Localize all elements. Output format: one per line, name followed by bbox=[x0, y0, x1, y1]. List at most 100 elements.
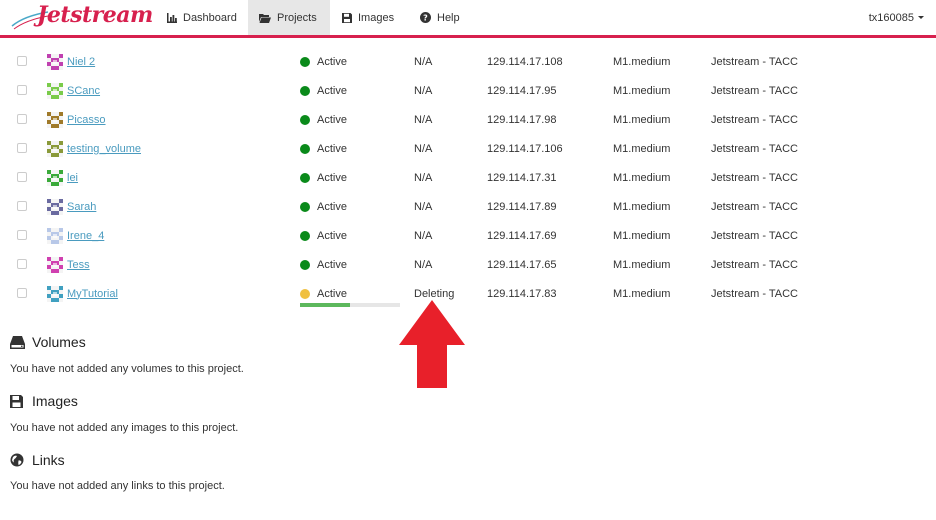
instance-status-cell: Active bbox=[300, 105, 347, 134]
row-checkbox[interactable] bbox=[17, 56, 27, 66]
images-section: Images You have not added any images to … bbox=[10, 393, 238, 434]
instance-name-cell: Picasso bbox=[47, 105, 106, 134]
status-dot-icon bbox=[300, 259, 310, 270]
instance-status: Active bbox=[317, 142, 347, 155]
volumes-heading: Volumes bbox=[10, 334, 86, 350]
instance-status: Active bbox=[317, 84, 347, 97]
status-dot-icon bbox=[300, 172, 310, 183]
nav-projects-label: Projects bbox=[277, 11, 317, 24]
nav-images[interactable]: Images bbox=[331, 0, 407, 35]
instance-activity: N/A bbox=[414, 84, 433, 97]
instance-name-cell: MyTutorial bbox=[47, 279, 118, 308]
instance-name-link[interactable]: Picasso bbox=[67, 114, 106, 126]
instance-name-link[interactable]: MyTutorial bbox=[67, 288, 118, 300]
jetstream-logo[interactable]: Jetstream bbox=[10, 2, 153, 36]
instance-avatar-icon bbox=[47, 285, 63, 302]
instance-name-link[interactable]: Irene_4 bbox=[67, 230, 104, 242]
instance-name-cell: SCanc bbox=[47, 76, 100, 105]
instance-name-link[interactable]: Niel 2 bbox=[67, 56, 95, 68]
nav-dashboard[interactable]: Dashboard bbox=[157, 0, 247, 35]
user-menu[interactable]: tx160085 bbox=[869, 0, 924, 35]
instance-ip: 129.114.17.106 bbox=[487, 142, 563, 155]
instance-size: M1.medium bbox=[613, 142, 671, 155]
table-row: Picasso Active N/A 129.114.17.98 M1.medi… bbox=[0, 105, 936, 134]
instance-ip: 129.114.17.31 bbox=[487, 171, 557, 184]
floppy-disk-icon bbox=[10, 394, 26, 408]
instance-avatar-icon bbox=[47, 169, 63, 186]
table-row: lei Active N/A 129.114.17.31 M1.medium J… bbox=[0, 163, 936, 192]
instance-name-link[interactable]: SCanc bbox=[67, 85, 100, 97]
instance-ip: 129.114.17.83 bbox=[487, 287, 557, 300]
instance-activity: N/A bbox=[414, 113, 433, 126]
instance-size: M1.medium bbox=[613, 229, 671, 242]
instance-provider: Jetstream - TACC bbox=[711, 229, 798, 242]
instance-ip: 129.114.17.95 bbox=[487, 84, 557, 97]
instance-status: Active bbox=[317, 55, 347, 68]
instance-status-cell: Active bbox=[300, 163, 347, 192]
status-dot-icon bbox=[300, 85, 310, 96]
instance-status-cell: Active bbox=[300, 221, 347, 250]
links-empty-text: You have not added any links to this pro… bbox=[10, 480, 225, 492]
links-title: Links bbox=[32, 452, 65, 468]
instance-avatar-icon bbox=[47, 198, 63, 215]
row-checkbox[interactable] bbox=[17, 201, 27, 211]
status-dot-icon bbox=[300, 230, 310, 241]
instance-status: Active bbox=[317, 287, 347, 300]
annotation-up-arrow bbox=[399, 300, 465, 388]
instance-provider: Jetstream - TACC bbox=[711, 287, 798, 300]
nav-help[interactable]: ? Help bbox=[408, 0, 468, 35]
instance-activity: N/A bbox=[414, 55, 433, 68]
row-checkbox[interactable] bbox=[17, 259, 27, 269]
instance-avatar-icon bbox=[47, 227, 63, 244]
instance-avatar-icon bbox=[47, 140, 63, 157]
instance-size: M1.medium bbox=[613, 55, 671, 68]
instance-size: M1.medium bbox=[613, 287, 671, 300]
instance-name-cell: lei bbox=[47, 163, 78, 192]
images-title: Images bbox=[32, 393, 78, 409]
row-checkbox[interactable] bbox=[17, 288, 27, 298]
instance-name-link[interactable]: lei bbox=[67, 172, 78, 184]
table-row: SCanc Active N/A 129.114.17.95 M1.medium… bbox=[0, 76, 936, 105]
table-row: MyTutorial Active Deleting 129.114.17.83… bbox=[0, 279, 936, 308]
status-dot-icon bbox=[300, 56, 310, 67]
instance-status-cell: Active bbox=[300, 47, 347, 76]
instance-ip: 129.114.17.108 bbox=[487, 55, 563, 68]
instance-activity: N/A bbox=[414, 258, 433, 271]
table-row: Tess Active N/A 129.114.17.65 M1.medium … bbox=[0, 250, 936, 279]
instance-activity: N/A bbox=[414, 229, 433, 242]
nav-dashboard-label: Dashboard bbox=[183, 11, 237, 24]
instance-name-link[interactable]: Tess bbox=[67, 259, 90, 271]
instance-avatar-icon bbox=[47, 111, 63, 128]
instance-provider: Jetstream - TACC bbox=[711, 55, 798, 68]
globe-icon bbox=[10, 453, 26, 467]
row-checkbox[interactable] bbox=[17, 230, 27, 240]
instance-size: M1.medium bbox=[613, 84, 671, 97]
instance-ip: 129.114.17.98 bbox=[487, 113, 557, 126]
table-row: testing_volume Active N/A 129.114.17.106… bbox=[0, 134, 936, 163]
instance-status: Active bbox=[317, 229, 347, 242]
nav-help-label: Help bbox=[437, 11, 460, 24]
images-heading: Images bbox=[10, 393, 78, 409]
nav-projects[interactable]: Projects bbox=[248, 0, 330, 35]
instance-name-link[interactable]: testing_volume bbox=[67, 143, 141, 155]
question-circle-icon: ? bbox=[420, 12, 431, 23]
instance-name-cell: Niel 2 bbox=[47, 47, 95, 76]
instance-provider: Jetstream - TACC bbox=[711, 142, 798, 155]
instance-avatar-icon bbox=[47, 82, 63, 99]
instance-provider: Jetstream - TACC bbox=[711, 113, 798, 126]
instance-size: M1.medium bbox=[613, 171, 671, 184]
row-checkbox[interactable] bbox=[17, 172, 27, 182]
instance-status-cell: Active bbox=[300, 250, 347, 279]
row-checkbox[interactable] bbox=[17, 143, 27, 153]
row-checkbox[interactable] bbox=[17, 85, 27, 95]
row-checkbox[interactable] bbox=[17, 114, 27, 124]
instance-name-cell: Irene_4 bbox=[47, 221, 104, 250]
instance-status: Active bbox=[317, 200, 347, 213]
top-navbar: Jetstream Dashboard Projects Images ? He… bbox=[0, 0, 936, 38]
instance-name-link[interactable]: Sarah bbox=[67, 201, 96, 213]
nav-images-label: Images bbox=[358, 11, 395, 24]
volumes-title: Volumes bbox=[32, 334, 86, 350]
instance-provider: Jetstream - TACC bbox=[711, 171, 798, 184]
instance-status: Active bbox=[317, 258, 347, 271]
instance-ip: 129.114.17.69 bbox=[487, 229, 557, 242]
